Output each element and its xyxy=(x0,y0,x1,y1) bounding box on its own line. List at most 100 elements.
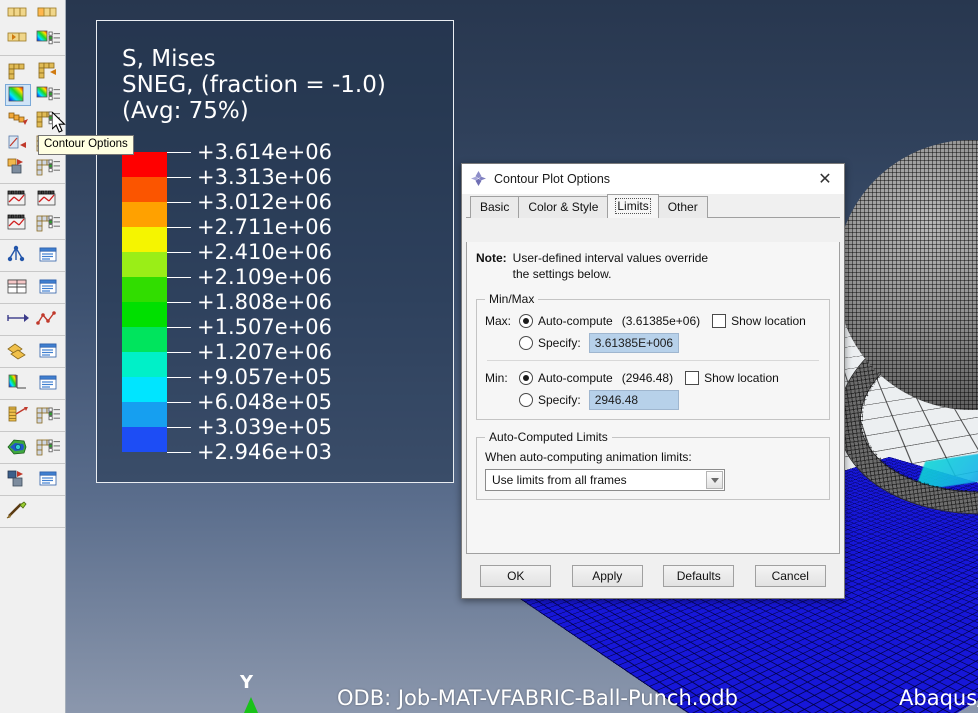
animate-scale-factor-icon[interactable] xyxy=(35,188,61,210)
ok-button[interactable]: OK xyxy=(480,565,551,587)
toolbar-group xyxy=(0,336,65,368)
max-specify-radio[interactable] xyxy=(519,336,533,350)
min-show-location-label: Show location xyxy=(704,371,779,385)
dialog-buttons: OK Apply Defaults Cancel xyxy=(462,554,844,598)
min-auto-compute-radio[interactable] xyxy=(519,371,533,385)
legend-tick xyxy=(167,377,191,378)
path-plot-icon[interactable] xyxy=(35,308,61,330)
tooltip: Contour Options xyxy=(38,135,134,155)
legend-value-label: +1.808e+06 xyxy=(197,292,332,313)
tab-basic[interactable]: Basic xyxy=(470,196,519,218)
max-auto-row: Max: Auto-compute (3.61385e+06) Show loc… xyxy=(485,310,821,332)
toolbar-row xyxy=(0,243,65,267)
plot-material-orientation-icon[interactable] xyxy=(5,132,31,154)
view-cut-manager-icon[interactable] xyxy=(35,468,61,490)
axis-label-y: Y xyxy=(240,672,253,693)
abaqus-cae-window: Y ODB: Job-MAT-VFABRIC-Ball-Punch.odb Ab… xyxy=(0,0,978,713)
max-show-location-checkbox[interactable] xyxy=(712,314,726,328)
legend-color-swatch xyxy=(122,152,167,177)
min-show-location-checkbox[interactable] xyxy=(685,371,699,385)
create-xy-data-icon[interactable] xyxy=(5,244,31,266)
minmax-group-label: Min/Max xyxy=(485,292,538,306)
plot-undeformed-icon[interactable] xyxy=(5,60,31,82)
chevron-down-icon[interactable] xyxy=(706,471,723,489)
close-icon[interactable]: ✕ xyxy=(810,167,840,191)
legend-color-swatch xyxy=(122,402,167,427)
toolbar-group xyxy=(0,464,65,496)
toolbar-group xyxy=(0,184,65,240)
min-specify-radio[interactable] xyxy=(519,393,533,407)
toolbar-row xyxy=(0,275,65,299)
probe-options-icon[interactable] xyxy=(35,404,61,426)
toolbar-row xyxy=(0,59,65,83)
animate-time-history-icon[interactable] xyxy=(5,188,31,210)
xy-plot-options-icon[interactable] xyxy=(35,276,61,298)
common-plot-options-icon[interactable] xyxy=(35,156,61,178)
plot-deformed-icon[interactable] xyxy=(35,60,61,82)
xy-plot-table-icon[interactable] xyxy=(5,276,31,298)
stream-options-icon[interactable] xyxy=(35,436,61,458)
min-auto-compute-label: Auto-compute xyxy=(538,371,613,385)
plot-contours-icon[interactable] xyxy=(5,84,31,106)
max-specify-label: Specify: xyxy=(538,336,581,350)
frame-selector-icon[interactable] xyxy=(35,4,61,26)
animation-limits-selected-value: Use limits from all frames xyxy=(492,473,627,487)
legend-value-label: +2.410e+06 xyxy=(197,242,332,263)
toolbar-row xyxy=(0,371,65,395)
plot-symbols-icon[interactable] xyxy=(5,108,31,130)
divider xyxy=(487,360,819,361)
note-row: Note: User-defined interval values overr… xyxy=(476,250,830,282)
legend-color-swatch xyxy=(122,327,167,352)
legend-value-label: +2.109e+06 xyxy=(197,267,332,288)
toolbar-row xyxy=(0,403,65,427)
query-tool-icon[interactable] xyxy=(5,500,31,522)
legend-color-swatch xyxy=(122,352,167,377)
result-options-icon[interactable] xyxy=(35,28,61,50)
legend-tick xyxy=(167,227,191,228)
toolbar-row xyxy=(0,499,65,523)
legend-value-label: +3.039e+05 xyxy=(197,417,332,438)
toolbar-row xyxy=(0,155,65,179)
note-text: User-defined interval values override th… xyxy=(513,250,708,282)
max-auto-compute-radio[interactable] xyxy=(519,314,533,328)
min-specify-input[interactable] xyxy=(589,390,679,410)
animation-options-icon[interactable] xyxy=(35,212,61,234)
legend-color-swatch xyxy=(122,177,167,202)
dialog-titlebar[interactable]: Contour Plot Options ✕ xyxy=(462,164,844,194)
dialog-title: Contour Plot Options xyxy=(494,172,810,186)
max-specify-input[interactable] xyxy=(589,333,679,353)
cancel-button[interactable]: Cancel xyxy=(755,565,826,587)
legend-tick xyxy=(167,327,191,328)
viewport-annotation-icon[interactable] xyxy=(35,372,61,394)
tab-limits[interactable]: Limits xyxy=(607,194,658,218)
legend-value-label: +2.711e+06 xyxy=(197,217,332,238)
step-frame-icon[interactable] xyxy=(5,4,31,26)
toolbar-row xyxy=(0,211,65,235)
legend-value-label: +3.012e+06 xyxy=(197,192,332,213)
previous-frame-icon[interactable] xyxy=(5,28,31,50)
max-auto-value: (3.61385e+06) xyxy=(622,314,700,328)
path-create-icon[interactable] xyxy=(5,308,31,330)
view-cut-icon[interactable] xyxy=(5,468,31,490)
toolbar-row xyxy=(0,467,65,491)
min-auto-value: (2946.48) xyxy=(622,371,673,385)
display-group-manager-icon[interactable] xyxy=(35,340,61,362)
animate-harmonic-icon[interactable] xyxy=(5,212,31,234)
legend-value-label: +6.048e+05 xyxy=(197,392,332,413)
allow-multiple-plot-states-icon[interactable] xyxy=(5,156,31,178)
defaults-button[interactable]: Defaults xyxy=(663,565,734,587)
mouse-cursor-icon xyxy=(52,112,69,136)
probe-values-icon[interactable] xyxy=(5,404,31,426)
tab-other[interactable]: Other xyxy=(658,196,708,218)
animation-limits-select[interactable]: Use limits from all frames xyxy=(485,469,725,491)
xy-data-manager-icon[interactable] xyxy=(35,244,61,266)
contour-options-icon[interactable] xyxy=(35,84,61,106)
contour-legend-icon[interactable] xyxy=(5,372,31,394)
contour-plot-options-dialog: Contour Plot Options ✕ Basic Color & Styl… xyxy=(461,163,845,599)
max-key-label: Max: xyxy=(485,314,519,328)
legend-tick xyxy=(167,177,191,178)
apply-button[interactable]: Apply xyxy=(572,565,643,587)
tab-color-style[interactable]: Color & Style xyxy=(518,196,608,218)
stream-plot-icon[interactable] xyxy=(5,436,31,458)
create-display-group-icon[interactable] xyxy=(5,340,31,362)
